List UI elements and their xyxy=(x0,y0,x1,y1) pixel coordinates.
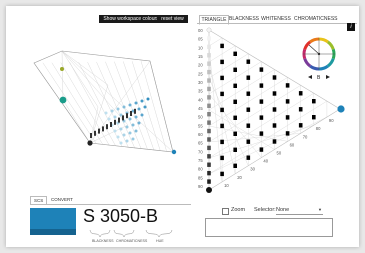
hue-marker-yellow xyxy=(60,67,64,71)
hue-next-icon[interactable] xyxy=(326,75,330,79)
svg-text:05: 05 xyxy=(198,37,203,42)
svg-text:45: 45 xyxy=(198,106,203,111)
selector-value: None xyxy=(276,207,290,213)
svg-text:40: 40 xyxy=(263,159,268,164)
tab-whiteness[interactable]: WHITENESS xyxy=(261,15,291,23)
selector-label: Selector: xyxy=(254,207,276,213)
hue-label: B xyxy=(317,75,321,81)
svg-text:90: 90 xyxy=(198,184,203,189)
scs-divider xyxy=(30,204,191,205)
svg-text:50: 50 xyxy=(198,115,203,120)
svg-text:30: 30 xyxy=(250,167,255,172)
svg-text:40: 40 xyxy=(198,97,203,102)
svg-text:60: 60 xyxy=(290,142,295,147)
colour-solid-3d[interactable] xyxy=(28,45,188,170)
svg-text:35: 35 xyxy=(198,89,203,94)
hue-marker-green xyxy=(59,96,67,104)
tab-convert[interactable]: CONVERT xyxy=(48,196,76,203)
label-chromaticness: CHROMATICNESS xyxy=(116,239,148,243)
label-hue: HUE xyxy=(156,239,164,243)
colour-swatch-shade xyxy=(30,229,76,235)
svg-text:80: 80 xyxy=(316,126,321,131)
tab-chromaticness[interactable]: CHROMATICNESS xyxy=(294,15,338,23)
svg-text:70: 70 xyxy=(303,134,308,139)
svg-text:80: 80 xyxy=(198,167,203,172)
zoom-checkbox[interactable] xyxy=(222,208,229,215)
selector-dropdown[interactable]: None ▼ xyxy=(276,206,323,215)
chevron-down-icon: ▼ xyxy=(318,207,322,212)
svg-text:10: 10 xyxy=(198,45,203,50)
hue-wheel[interactable]: B xyxy=(295,30,345,85)
svg-text:60: 60 xyxy=(198,132,203,137)
svg-text:25: 25 xyxy=(198,71,203,76)
svg-text:90: 90 xyxy=(329,118,334,123)
show-workspace-colours-button[interactable]: Show workspace colours xyxy=(99,15,163,23)
svg-text:20: 20 xyxy=(198,63,203,68)
svg-text:85: 85 xyxy=(198,175,203,180)
svg-text:55: 55 xyxy=(198,123,203,128)
hue-marker-blue xyxy=(171,149,177,155)
svg-text:10: 10 xyxy=(224,183,229,188)
svg-text:70: 70 xyxy=(198,149,203,154)
svg-text:65: 65 xyxy=(198,141,203,146)
black-point xyxy=(87,140,93,146)
reset-view-button[interactable]: reset view xyxy=(157,15,188,23)
full-chroma-point xyxy=(337,105,345,113)
colour-code: S 3050-B xyxy=(83,206,159,226)
svg-text:50: 50 xyxy=(277,151,282,156)
tab-blackness[interactable]: BLACKNESS xyxy=(229,15,259,23)
svg-text:00: 00 xyxy=(198,28,203,33)
zoom-label: Zoom xyxy=(231,207,246,213)
svg-text:75: 75 xyxy=(198,158,203,163)
code-part-braces xyxy=(89,229,173,238)
label-blackness: BLACKNESS xyxy=(92,239,114,243)
tab-scs[interactable]: SCS xyxy=(30,196,48,204)
colour-text-box[interactable] xyxy=(205,218,333,237)
white-point xyxy=(206,27,212,33)
svg-text:15: 15 xyxy=(198,54,203,59)
svg-text:20: 20 xyxy=(237,175,242,180)
hue-prev-icon[interactable] xyxy=(308,75,312,79)
svg-text:30: 30 xyxy=(198,80,203,85)
black-point-triangle xyxy=(206,187,212,193)
